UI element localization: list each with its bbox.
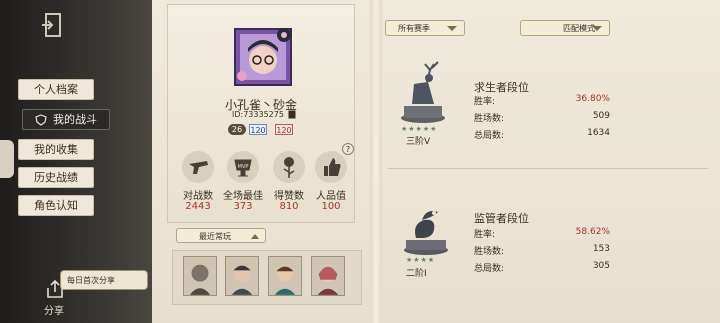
season-filter-label: 所有赛季 (398, 24, 430, 33)
mode-filter-dropdown[interactable]: 匹配模式 (520, 20, 610, 36)
pistol-icon (182, 151, 214, 183)
daily-share-badge[interactable]: 每日首次分享 (60, 270, 148, 290)
stat-label: 全场最佳 (223, 191, 263, 202)
hunter-wins-label: 胜场数: (474, 247, 505, 257)
survivor-wins-label: 胜场数: (474, 114, 505, 124)
share-badge-label: 每日首次分享 (67, 276, 115, 285)
recent-played-toggle[interactable]: 最近常玩 (176, 228, 266, 243)
copy-icon[interactable] (288, 110, 296, 119)
hunter-winrate-value: 58.62% (575, 227, 610, 237)
sidebar-item-my-battles[interactable]: 我的战斗 (22, 109, 110, 130)
character-portrait[interactable] (183, 256, 217, 296)
survivor-wins-value: 509 (592, 111, 610, 121)
survivor-section-title: 求生者段位 (474, 81, 529, 94)
sidebar-item-collection[interactable]: 我的收集 (18, 139, 94, 160)
svg-text:MVP: MVP (238, 164, 249, 170)
shield-icon (35, 114, 47, 126)
hunter-winrate-label: 胜率: (474, 230, 496, 240)
chevron-down-icon (592, 26, 602, 31)
hunter-section-title: 监管者段位 (474, 212, 529, 225)
character-portrait[interactable] (225, 256, 259, 296)
survivor-winrate-label: 胜率: (474, 97, 496, 107)
hunter-rank-emblem (404, 211, 448, 255)
survivor-rank-stars: ★★★★★ (401, 125, 438, 133)
share-label[interactable]: 分享 (44, 302, 64, 317)
hunter-total-label: 总局数: (474, 264, 505, 274)
sidebar-item-history[interactable]: 历史战绩 (18, 167, 94, 188)
rose-icon (273, 151, 305, 183)
survivor-rank-badge: 120 (249, 124, 267, 135)
character-portrait[interactable] (268, 256, 302, 296)
survivor-total-label: 总局数: (474, 131, 505, 141)
sidebar-item-profile[interactable]: 个人档案 (18, 79, 94, 100)
thumbs-up-icon (315, 151, 347, 183)
hunter-tier: 二阶Ⅰ (406, 269, 427, 279)
character-portrait[interactable] (311, 256, 345, 296)
survivor-tier: 三阶Ⅴ (406, 137, 431, 147)
survivor-total-value: 1634 (587, 128, 610, 138)
player-id: ID:73335275 (232, 110, 284, 119)
hunter-rank-stars: ★★★★ (406, 256, 436, 264)
section-divider (388, 168, 708, 169)
collapsed-panel-tab[interactable] (0, 140, 14, 178)
mode-filter-label: 匹配模式 (563, 24, 595, 33)
hunter-rank-badge: 120 (275, 124, 293, 135)
hunter-total-value: 305 (592, 261, 610, 271)
chevron-up-icon (251, 234, 259, 239)
survivor-rank-emblem (401, 61, 445, 123)
svg-text:?: ? (346, 145, 350, 154)
season-filter-dropdown[interactable]: 所有赛季 (385, 20, 465, 36)
avatar[interactable] (232, 26, 294, 88)
mvp-cup-icon: MVP (227, 151, 259, 183)
share-icon[interactable] (44, 278, 66, 300)
sidebar-item-character-knowledge[interactable]: 角色认知 (18, 195, 94, 216)
help-icon[interactable]: ? (342, 143, 354, 155)
stat-value: 373 (233, 201, 253, 212)
stat-value: 100 (321, 201, 341, 212)
stat-label: 对战数 (183, 191, 213, 202)
recent-played-label: 最近常玩 (199, 232, 231, 241)
stat-value: 2443 (185, 201, 211, 212)
level-badge: 26 (228, 124, 246, 135)
paper-fold (370, 0, 382, 323)
chevron-down-icon (447, 26, 457, 31)
hunter-wins-value: 153 (592, 244, 610, 254)
stat-label: 人品值 (316, 191, 346, 202)
exit-icon[interactable] (40, 10, 68, 40)
survivor-winrate-value: 36.80% (575, 94, 610, 104)
sidebar-item-label: 我的战斗 (53, 113, 97, 126)
